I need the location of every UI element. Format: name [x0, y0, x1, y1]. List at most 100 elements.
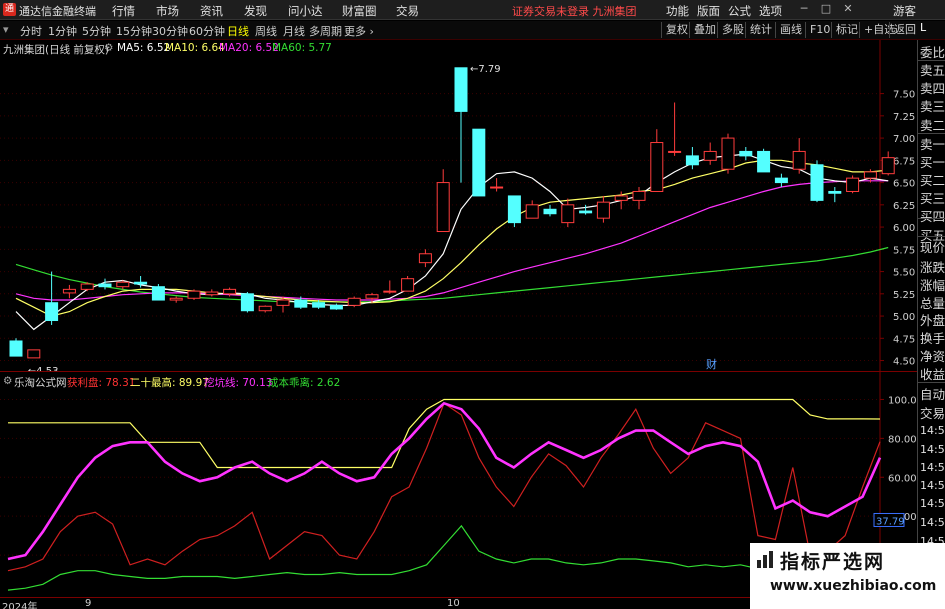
candle-body	[739, 150, 753, 157]
login-status: 证券交易未登录 九洲集团	[512, 5, 637, 18]
tab-multi-period[interactable]: 多周期	[309, 23, 342, 39]
candle-body	[27, 349, 41, 359]
tab-30min[interactable]: 30分钟	[152, 23, 188, 39]
back-button[interactable]: 返回	[889, 22, 916, 38]
candle-body	[134, 281, 148, 285]
side-panel-divider	[918, 218, 945, 219]
high-price-label: ←7.79	[470, 64, 501, 75]
menu-wealth[interactable]: 财富圈	[342, 3, 377, 19]
candle-body	[116, 281, 130, 288]
ma20-label: MA20: 6.52	[219, 42, 279, 54]
dropdown-icon[interactable]: ▾	[3, 23, 9, 36]
chart-title: 九洲集团(日线 前复权)	[3, 44, 110, 56]
side-panel-item: 卖二	[920, 118, 945, 133]
candle-body	[703, 150, 717, 161]
candle-body	[579, 210, 593, 214]
side-panel-item: 净资	[920, 349, 945, 364]
side-panel-item: 现价	[920, 240, 945, 255]
candle-body	[187, 290, 201, 299]
price-tick-label: 7.50	[893, 90, 915, 101]
xaxis-label-oct: 10	[447, 598, 460, 609]
candle-body	[62, 288, 76, 294]
tab-15min[interactable]: 15分钟	[116, 23, 152, 39]
menu-options[interactable]: 选项	[759, 3, 782, 19]
candle-body	[436, 182, 450, 233]
main-kline-chart[interactable]: 7.50 7.25 7.00 6.75 6.50 6.25 6.00 5.75 5.50 5.25…	[0, 40, 917, 371]
multi-stock-button[interactable]: 多股	[717, 22, 744, 38]
tab-weekly[interactable]: 周线	[255, 23, 277, 39]
candle-body	[80, 283, 94, 290]
indicator-tick-label: 80.00	[888, 434, 917, 445]
menu-function[interactable]: 功能	[666, 3, 689, 19]
pit-line	[7, 401, 882, 561]
side-panel-item: 卖五	[920, 63, 945, 78]
candle-body	[650, 142, 664, 192]
menu-market[interactable]: 行情	[112, 3, 135, 19]
candle-body	[685, 155, 699, 166]
candle-body	[596, 201, 610, 219]
price-tick-label: 6.50	[893, 179, 915, 190]
ma5-line	[15, 153, 889, 331]
tab-60min[interactable]: 60分钟	[189, 23, 225, 39]
profit-label: 获利盘: 78.31	[67, 377, 136, 389]
price-tick-label: 7.25	[893, 112, 915, 123]
candle-body	[9, 340, 23, 357]
price-tick-label: 6.00	[893, 223, 915, 234]
adjust-button[interactable]: 复权	[661, 22, 688, 38]
f10-button[interactable]: F10	[805, 22, 830, 38]
menu-discover[interactable]: 发现	[244, 3, 267, 19]
draw-line-button[interactable]: 画线	[775, 22, 802, 38]
candle-body	[561, 204, 575, 224]
candle-body	[45, 302, 59, 322]
settings-icon[interactable]: ⚙	[104, 42, 113, 54]
panel-top-letter: L	[920, 21, 927, 34]
period-toolbar: ▾ 分时 1分钟 5分钟 15分钟 30分钟 60分钟 日线 周线 月线 多周期…	[0, 21, 945, 40]
overlay-button[interactable]: 叠加	[689, 22, 716, 38]
stats-button[interactable]: 统计	[745, 22, 772, 38]
ma60-label: MA60: 5.77	[272, 42, 332, 54]
current-value-label: 37.79	[876, 516, 905, 527]
side-panel-item: 委比	[920, 45, 945, 60]
quote-side-panel: L 委比 卖五 卖四 卖三 卖二 卖一 买一 买二 买三 买四 买五 现价 涨跌 涨幅 总量 外盘 换手 净资 收益…	[917, 21, 945, 609]
menu-formula[interactable]: 公式	[728, 3, 751, 19]
pit-line-label: 挖坑线: 70.13	[204, 377, 273, 389]
minimize-icon[interactable]: ─	[797, 2, 811, 17]
mark-button[interactable]: 标记	[831, 22, 858, 38]
candle-body	[258, 305, 272, 312]
candle-body	[774, 177, 788, 184]
indicator-settings-icon[interactable]: ⚙	[3, 375, 12, 387]
menu-trade[interactable]: 交易	[396, 3, 419, 19]
candle-body	[881, 157, 895, 175]
candle-body	[276, 299, 290, 306]
guest-label[interactable]: 游客	[893, 3, 916, 19]
watermark-title: 指标严选网	[780, 551, 886, 573]
candle-body	[401, 278, 415, 292]
watermark-url: www.xuezhibiao.com	[770, 578, 937, 594]
watermark: 指标严选网 www.xuezhibiao.com	[750, 543, 945, 609]
candle-body	[721, 137, 735, 170]
candle-body	[151, 286, 165, 301]
menu-layout[interactable]: 版面	[697, 3, 720, 19]
tab-5min[interactable]: 5分钟	[82, 23, 111, 39]
tab-more[interactable]: 更多 ›	[344, 23, 374, 39]
candle-body	[632, 190, 646, 201]
candle-body	[240, 293, 254, 312]
tab-1min[interactable]: 1分钟	[48, 23, 77, 39]
tab-monthly[interactable]: 月线	[283, 23, 305, 39]
tab-daily[interactable]: 日线	[227, 23, 249, 39]
menu-ask[interactable]: 问小达	[288, 3, 323, 19]
side-panel-item: 卖四	[920, 81, 945, 96]
menu-exchange[interactable]: 市场	[156, 3, 179, 19]
ma5-label: MA5: 6.52	[117, 42, 171, 54]
price-tick-label: 7.00	[893, 134, 915, 145]
candle-body	[525, 204, 539, 219]
candle-body	[543, 208, 557, 215]
maximize-icon[interactable]: □	[819, 2, 833, 17]
tab-more-label: 更多	[344, 25, 366, 38]
close-icon[interactable]: ✕	[841, 2, 855, 17]
kline-svg: 7.50 7.25 7.00 6.75 6.50 6.25 6.00 5.75 5.50 5.25…	[0, 40, 915, 371]
price-tick-label: 5.25	[893, 290, 915, 301]
menu-news[interactable]: 资讯	[200, 3, 223, 19]
tab-tick[interactable]: 分时	[20, 23, 42, 39]
candle-body	[365, 294, 379, 299]
